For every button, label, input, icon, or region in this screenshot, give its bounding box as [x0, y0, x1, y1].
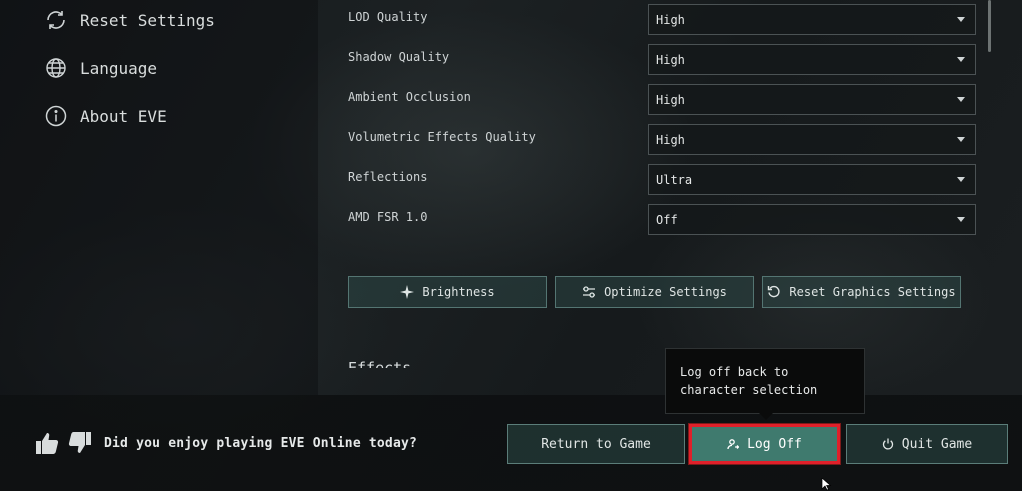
setting-row-reflections: Reflections Ultra: [348, 160, 976, 195]
quit-game-button[interactable]: Quit Game: [846, 424, 1008, 464]
mouse-cursor-icon: [821, 478, 832, 491]
dropdown-value: High: [656, 12, 685, 27]
info-icon: [44, 104, 68, 128]
user-icon: [727, 439, 740, 450]
thumbs-down-icon[interactable]: [67, 430, 93, 456]
setting-row-shadow-quality: Shadow Quality High: [348, 40, 976, 75]
chevron-down-icon: [957, 97, 965, 102]
shadow-quality-dropdown[interactable]: High: [648, 44, 976, 75]
return-to-game-label: Return to Game: [541, 436, 651, 452]
reset-icon: [44, 8, 68, 32]
chevron-down-icon: [957, 217, 965, 222]
reset-graphics-settings-button[interactable]: Reset Graphics Settings: [762, 276, 961, 308]
dropdown-value: High: [656, 132, 685, 147]
sidebar-item-about-eve[interactable]: About EVE: [44, 102, 167, 130]
sidebar-item-label: Reset Settings: [80, 10, 215, 30]
reset-graphics-settings-label: Reset Graphics Settings: [789, 285, 956, 299]
dropdown-value: High: [656, 92, 685, 107]
feedback-question: Did you enjoy playing EVE Online today?: [104, 436, 418, 451]
dropdown-value: Off: [656, 212, 678, 227]
reflections-dropdown[interactable]: Ultra: [648, 164, 976, 195]
chevron-down-icon: [957, 137, 965, 142]
volumetric-effects-dropdown[interactable]: High: [648, 124, 976, 155]
dropdown-value: High: [656, 52, 685, 67]
lod-quality-dropdown[interactable]: High: [648, 4, 976, 35]
chevron-down-icon: [957, 17, 965, 22]
brightness-label: Brightness: [422, 285, 495, 299]
brightness-button[interactable]: Brightness: [348, 276, 547, 308]
globe-icon: [44, 56, 68, 80]
quit-game-label: Quit Game: [901, 436, 973, 452]
sidebar-item-language[interactable]: Language: [44, 54, 157, 82]
amd-fsr-dropdown[interactable]: Off: [648, 204, 976, 235]
setting-label: Reflections: [348, 170, 428, 184]
thumbs-up-icon[interactable]: [34, 430, 60, 456]
chevron-down-icon: [957, 57, 965, 62]
setting-label: AMD FSR 1.0: [348, 210, 428, 224]
sidebar-item-label: Language: [80, 58, 158, 78]
setting-row-ambient-occlusion: Ambient Occlusion High: [348, 80, 976, 115]
undo-icon: [768, 285, 781, 298]
chevron-down-icon: [957, 177, 965, 182]
setting-row-amd-fsr: AMD FSR 1.0 Off: [348, 200, 976, 235]
log-off-label: Log Off: [747, 436, 802, 452]
sidebar-item-reset-settings[interactable]: Reset Settings: [44, 6, 215, 34]
setting-label: Ambient Occlusion: [348, 90, 471, 104]
power-icon: [882, 438, 893, 450]
effects-section-heading: Effects: [348, 359, 412, 368]
setting-row-volumetric-effects: Volumetric Effects Quality High: [348, 120, 976, 155]
dropdown-value: Ultra: [656, 172, 693, 187]
settings-scrollbar[interactable]: [988, 0, 991, 52]
ambient-occlusion-dropdown[interactable]: High: [648, 84, 976, 115]
tooltip-text: Log off back to character selection: [680, 365, 818, 397]
optimize-settings-label: Optimize Settings: [604, 285, 727, 299]
log-off-button[interactable]: Log Off: [689, 424, 840, 464]
return-to-game-button[interactable]: Return to Game: [507, 424, 685, 464]
optimize-settings-button[interactable]: Optimize Settings: [555, 276, 754, 308]
log-off-tooltip: Log off back to character selection: [665, 348, 865, 420]
sidebar-item-label: About EVE: [80, 106, 167, 126]
sliders-icon: [583, 286, 596, 298]
setting-label: Shadow Quality: [348, 50, 450, 64]
setting-label: LOD Quality: [348, 10, 428, 24]
setting-row-lod-quality: LOD Quality High: [348, 0, 976, 35]
sparkle-icon: [400, 285, 415, 299]
setting-label: Volumetric Effects Quality: [348, 130, 536, 144]
